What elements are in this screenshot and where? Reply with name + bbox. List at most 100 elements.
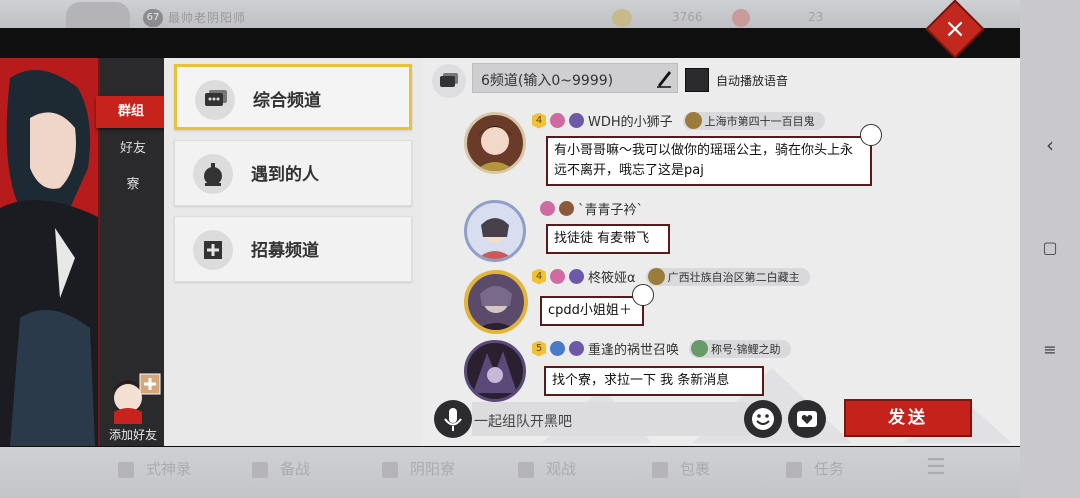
- menu-tasks[interactable]: 任务: [786, 458, 844, 479]
- smiley-icon: [752, 408, 774, 430]
- menu-spectate-label: 观战: [546, 460, 577, 478]
- bag-icon: [652, 461, 668, 478]
- rank-icon: [569, 113, 584, 128]
- avatar[interactable]: [464, 340, 526, 402]
- menu-shikigami-label: 式神录: [146, 460, 192, 478]
- autoplay-voice-label: 自动播放语音: [716, 74, 789, 88]
- message-meta: `青青子衿`: [540, 198, 649, 218]
- channel-recruit[interactable]: 招募频道: [174, 216, 412, 282]
- avatar[interactable]: [464, 200, 526, 262]
- bubble-decoration-icon: [860, 124, 882, 146]
- title-icon: [647, 267, 665, 285]
- title-tag: 广西壮族自治区第二白藏主: [645, 267, 810, 286]
- emoji-button[interactable]: [744, 400, 782, 438]
- channel-met-people[interactable]: 遇到的人: [174, 140, 412, 206]
- voice-button[interactable]: [434, 400, 472, 438]
- message-meta: 4 柊筱娅α 广西壮族自治区第二白藏主: [532, 266, 810, 286]
- chat-input[interactable]: 一起组队开黑吧: [472, 402, 752, 436]
- channel-met-people-label: 遇到的人: [251, 165, 319, 185]
- title-icon: [691, 339, 709, 357]
- tab-group[interactable]: 群组: [96, 96, 166, 128]
- vip-badge: 5: [532, 340, 546, 357]
- sender-name[interactable]: 重逢的祸世召唤: [588, 343, 679, 358]
- message-bubble[interactable]: 找个寮，求拉一下 我 条新消息: [544, 366, 764, 396]
- bottom-menu-bar: 式神录 备战 阴阳寮 观战 包裹 任务 ☰: [0, 447, 1020, 498]
- message-meta: 4 WDH的小狮子 上海市第四十一百目鬼: [532, 110, 825, 130]
- gender-icon: [550, 269, 565, 284]
- menu-icon[interactable]: ≡: [1020, 340, 1080, 359]
- menu-bag-label: 包裹: [680, 460, 711, 478]
- tab-friends[interactable]: 好友: [100, 133, 166, 165]
- sidebar: 群组 好友 寮 添加好友: [96, 58, 166, 446]
- channel-recruit-label: 招募频道: [251, 241, 319, 261]
- bubble-decoration-icon: [632, 284, 654, 306]
- chat-input-placeholder: 一起组队开黑吧: [474, 414, 572, 430]
- menu-shikigami[interactable]: 式神录: [118, 458, 191, 479]
- chat-bubble-icon: [195, 80, 235, 120]
- sender-name[interactable]: WDH的小狮子: [588, 115, 673, 130]
- sender-name[interactable]: 柊筱娅α: [588, 271, 636, 286]
- avatar[interactable]: [464, 270, 528, 334]
- avatar[interactable]: [464, 112, 526, 174]
- gender-icon: [550, 113, 565, 128]
- message-text: 有小哥哥嘛～我可以做你的瑶瑶公主，骑在你头上永远不离开，哦忘了这是paj: [554, 143, 854, 178]
- menu-bag[interactable]: 包裹: [652, 458, 710, 479]
- prepare-icon: [252, 461, 268, 478]
- message-text: 找徒徒 有麦带飞: [554, 231, 650, 246]
- add-friend-icon: [112, 373, 161, 424]
- message-bubble[interactable]: 找徒徒 有麦带飞: [546, 224, 670, 254]
- gender-icon: [550, 341, 565, 356]
- chat-area: 6频道(输入0~9999) 自动播放语音 4 WDH的小狮子 上海市第四十一百目鬼 …: [422, 58, 1020, 446]
- title-tag-text: 称号·锦鲤之助: [711, 342, 781, 356]
- jade-icon: [732, 9, 750, 27]
- menu-guild-label: 阴阳寮: [410, 460, 456, 478]
- system-navigation-bar: ‹ ▢ ≡: [1020, 0, 1080, 498]
- heart-card-icon: [797, 411, 817, 427]
- rank-icon: [569, 341, 584, 356]
- menu-guild[interactable]: 阴阳寮: [382, 458, 455, 479]
- back-icon[interactable]: ‹: [1020, 133, 1080, 157]
- title-tag-text: 广西壮族自治区第二白藏主: [667, 270, 800, 284]
- title-tag-text: 上海市第四十一百目鬼: [704, 114, 815, 128]
- sender-name[interactable]: `青青子衿`: [578, 203, 643, 218]
- vip-badge: 4: [532, 112, 546, 129]
- microphone-icon: [444, 408, 462, 431]
- player-name: 最帅老阴阳师: [168, 11, 247, 25]
- title-icon: [684, 111, 702, 129]
- jade-count: 23: [808, 10, 824, 24]
- message-bubble[interactable]: 有小哥哥嘛～我可以做你的瑶瑶公主，骑在你头上永远不离开，哦忘了这是paj: [546, 124, 882, 186]
- channel-switch-icon[interactable]: [432, 64, 466, 98]
- close-icon: ×: [944, 14, 966, 44]
- home-icon[interactable]: ▢: [1020, 238, 1080, 257]
- channel-general[interactable]: 综合频道: [174, 64, 412, 130]
- pen-icon: [657, 71, 671, 88]
- channel-number-text: 6频道(输入0~9999): [481, 73, 614, 89]
- message-text: 找个寮，求拉一下 我 条新消息: [552, 373, 730, 388]
- message-bubble[interactable]: cpdd小姐姐＋: [540, 284, 654, 326]
- top-status-bar: 67 最帅老阴阳师 3766 23: [0, 0, 1020, 28]
- guild-icon: [382, 461, 398, 478]
- title-tag: 上海市第四十一百目鬼: [682, 111, 825, 130]
- menu-spectate[interactable]: 观战: [518, 458, 576, 479]
- tasks-icon: [786, 461, 802, 478]
- send-button[interactable]: 发送: [844, 399, 972, 437]
- message-text: cpdd小姐姐＋: [548, 303, 632, 318]
- coin-count: 3766: [672, 10, 703, 24]
- tab-guild[interactable]: 寮: [100, 169, 166, 201]
- autoplay-voice-checkbox[interactable]: [685, 68, 709, 92]
- character-portrait: [0, 58, 100, 446]
- coin-icon: [612, 9, 632, 27]
- menu-tasks-label: 任务: [814, 460, 845, 478]
- gender-icon: [540, 201, 555, 216]
- menu-prepare[interactable]: 备战: [252, 458, 310, 479]
- menu-more-icon[interactable]: ☰: [926, 455, 946, 480]
- channel-number-input[interactable]: 6频道(输入0~9999): [472, 63, 678, 93]
- shikigami-icon: [118, 461, 134, 478]
- add-friend-button[interactable]: 添加好友: [100, 368, 166, 444]
- message-meta: 5 重逢的祸世召唤 称号·锦鲤之助: [532, 338, 791, 358]
- menu-prepare-label: 备战: [280, 460, 311, 478]
- add-friend-label: 添加好友: [108, 428, 157, 442]
- channel-list: 综合频道 遇到的人 招募频道: [164, 58, 422, 446]
- sticker-button[interactable]: [788, 400, 826, 438]
- player-level: 67: [143, 9, 163, 27]
